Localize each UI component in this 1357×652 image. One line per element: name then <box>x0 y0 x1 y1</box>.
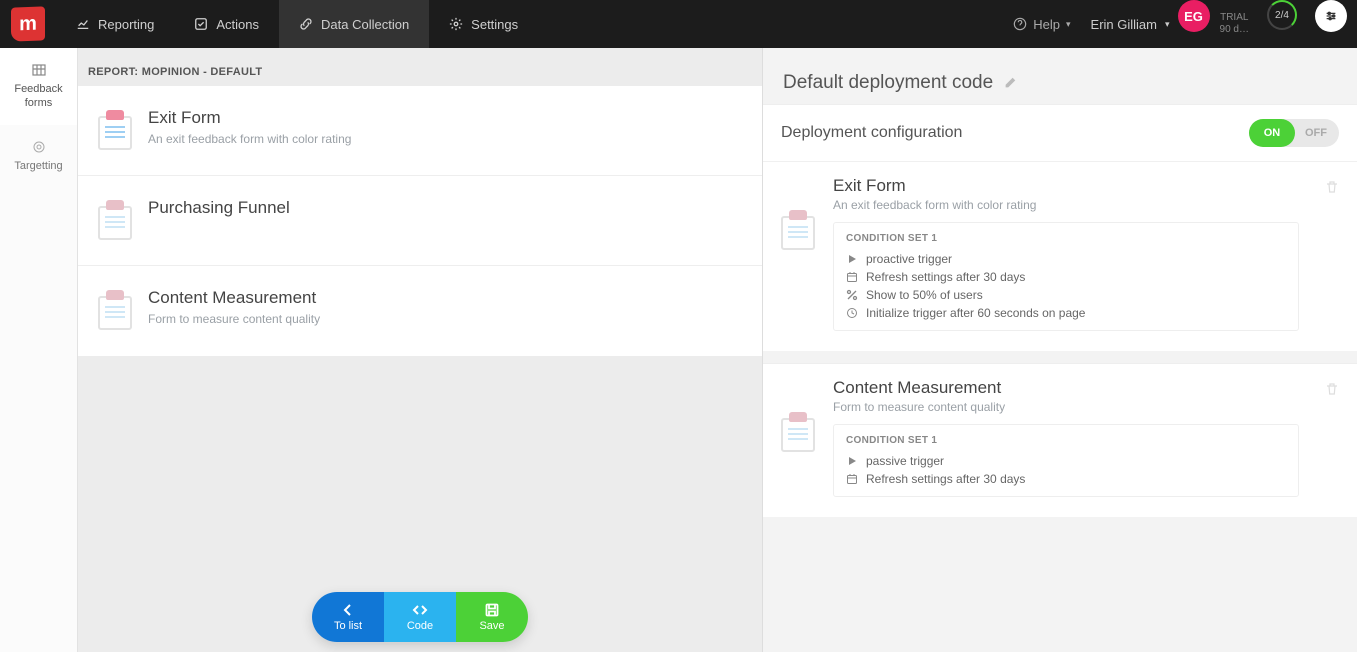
top-nav: m Reporting Actions Data Collection Sett… <box>0 0 1357 48</box>
gear-icon <box>449 17 463 31</box>
deployment-form-exit[interactable]: Exit Form An exit feedback form with col… <box>763 161 1357 351</box>
avatar-initials: EG <box>1184 9 1203 24</box>
help-menu[interactable]: Help ▾ <box>1001 0 1082 48</box>
nav-actions[interactable]: Actions <box>174 0 279 48</box>
trial-label: TRIAL <box>1220 12 1248 24</box>
deployment-form-content-panel: Content Measurement Form to measure cont… <box>763 363 1357 517</box>
dep-form-subtitle: Form to measure content quality <box>833 400 1299 414</box>
report-header: REPORT: MOPINION - DEFAULT <box>78 48 762 86</box>
play-icon <box>846 253 858 265</box>
save-button[interactable]: Save <box>456 592 528 642</box>
rail-feedback-forms[interactable]: Feedback forms <box>0 48 77 125</box>
chart-line-icon <box>76 17 90 31</box>
bottom-toolbar: To list Code Save <box>312 592 528 642</box>
form-title: Purchasing Funnel <box>148 198 290 218</box>
target-icon <box>31 139 47 155</box>
trash-icon[interactable] <box>1325 382 1339 396</box>
sliders-icon <box>1324 9 1338 23</box>
filter-button[interactable] <box>1315 0 1347 32</box>
clock-icon <box>846 307 858 319</box>
progress-ring[interactable]: 2/4 <box>1267 0 1297 30</box>
nav-settings[interactable]: Settings <box>429 0 538 48</box>
config-header-row: Deployment configuration ON OFF <box>763 105 1357 161</box>
form-list: Exit Form An exit feedback form with col… <box>78 86 762 356</box>
condition-line: passive trigger <box>846 452 1286 470</box>
calendar-icon <box>846 473 858 485</box>
form-card-content[interactable]: Content Measurement Form to measure cont… <box>78 266 762 356</box>
percent-icon <box>846 289 858 301</box>
nav-reporting[interactable]: Reporting <box>56 0 174 48</box>
condition-line: Initialize trigger after 60 seconds on p… <box>846 304 1286 322</box>
dep-form-title: Exit Form <box>833 176 1299 196</box>
grid-icon <box>31 62 47 78</box>
nav-label: Actions <box>216 17 259 32</box>
chevron-down-icon: ▾ <box>1165 19 1170 30</box>
nav-label: Settings <box>471 17 518 32</box>
toggle-off: OFF <box>1305 127 1339 139</box>
form-card-purchasing[interactable]: Purchasing Funnel <box>78 176 762 266</box>
nav-data-collection[interactable]: Data Collection <box>279 0 429 48</box>
toggle-on: ON <box>1249 119 1295 147</box>
link-icon <box>299 17 313 31</box>
condition-line: Show to 50% of users <box>846 286 1286 304</box>
condition-set: CONDITION SET 1 passive trigger Refresh … <box>833 424 1299 497</box>
condition-line: Refresh settings after 30 days <box>846 268 1286 286</box>
deployment-title: Default deployment code <box>783 72 993 94</box>
clipboard-icon <box>98 200 132 240</box>
progress-text: 2/4 <box>1275 10 1289 21</box>
condition-line: proactive trigger <box>846 250 1286 268</box>
user-menu[interactable]: Erin Gilliam ▾ <box>1083 0 1178 48</box>
deployment-form-content[interactable]: Content Measurement Form to measure cont… <box>763 364 1357 517</box>
button-label: To list <box>334 620 362 632</box>
button-label: Code <box>407 620 433 632</box>
nav-label: Reporting <box>98 17 154 32</box>
condition-set: CONDITION SET 1 proactive trigger Refres… <box>833 222 1299 331</box>
app-logo[interactable]: m <box>0 0 56 48</box>
trash-icon[interactable] <box>1325 180 1339 194</box>
deployment-title-row: Default deployment code <box>763 48 1357 104</box>
pencil-icon[interactable] <box>1003 76 1017 90</box>
trial-badge: TRIAL 90 d… <box>1210 0 1259 48</box>
clipboard-icon <box>98 290 132 330</box>
avatar[interactable]: EG <box>1178 0 1210 32</box>
config-header: Deployment configuration <box>781 124 962 142</box>
deployment-config-panel: Deployment configuration ON OFF Exit For… <box>763 104 1357 351</box>
condition-set-title: CONDITION SET 1 <box>846 435 1286 446</box>
form-subtitle: An exit feedback form with color rating <box>148 132 351 146</box>
deployment-column: Default deployment code Deployment confi… <box>762 48 1357 652</box>
calendar-icon <box>846 271 858 283</box>
to-list-button[interactable]: To list <box>312 592 384 642</box>
config-toggle[interactable]: ON OFF <box>1249 119 1339 147</box>
clipboard-icon <box>781 412 815 452</box>
forms-column: REPORT: MOPINION - DEFAULT Exit Form An … <box>78 48 762 652</box>
help-circle-icon <box>1013 17 1027 31</box>
dep-form-title: Content Measurement <box>833 378 1299 398</box>
code-button[interactable]: Code <box>384 592 456 642</box>
condition-line: Refresh settings after 30 days <box>846 470 1286 488</box>
chevron-down-icon: ▾ <box>1066 19 1071 30</box>
checkbox-icon <box>194 17 208 31</box>
form-title: Exit Form <box>148 108 351 128</box>
rail-label: Targetting <box>14 160 62 172</box>
condition-set-title: CONDITION SET 1 <box>846 233 1286 244</box>
rail-label: Feedback forms <box>14 83 62 109</box>
dep-form-subtitle: An exit feedback form with color rating <box>833 198 1299 212</box>
trial-days: 90 d… <box>1220 24 1249 36</box>
button-label: Save <box>479 620 504 632</box>
help-label: Help <box>1033 17 1060 32</box>
form-subtitle: Form to measure content quality <box>148 312 320 326</box>
nav-label: Data Collection <box>321 17 409 32</box>
form-card-exit[interactable]: Exit Form An exit feedback form with col… <box>78 86 762 176</box>
clipboard-icon <box>98 110 132 150</box>
left-rail: Feedback forms Targetting <box>0 48 78 652</box>
play-icon <box>846 455 858 467</box>
clipboard-icon <box>781 210 815 250</box>
form-title: Content Measurement <box>148 288 320 308</box>
user-name: Erin Gilliam <box>1091 17 1157 32</box>
rail-targetting[interactable]: Targetting <box>0 125 77 187</box>
